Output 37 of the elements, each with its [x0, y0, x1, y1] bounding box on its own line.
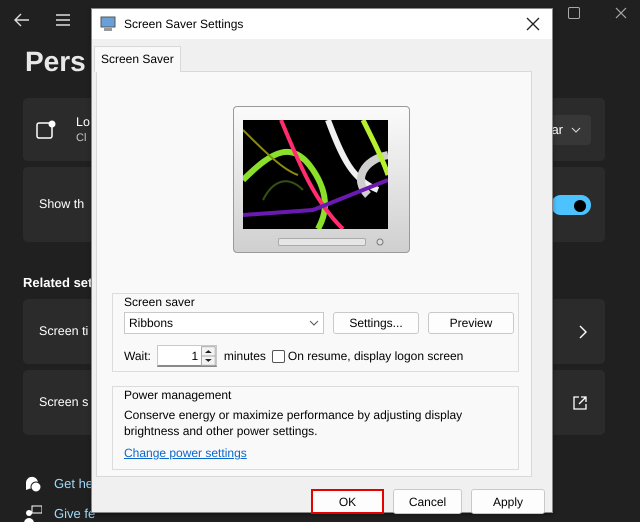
page-title: Pers — [25, 45, 86, 79]
dialog-button[interactable]: OK — [311, 489, 384, 514]
caret-icon — [309, 320, 319, 326]
unit-label: minutes — [224, 348, 266, 365]
maximize-icon[interactable] — [568, 7, 580, 19]
tab[interactable]: Screen Saver — [94, 46, 181, 72]
card-subtitle: Cl — [76, 130, 88, 146]
toggle-switch[interactable] — [551, 194, 591, 214]
description-text: Conserve energy or maximize performance by adjusting display brightness and other power settings. — [124, 407, 464, 439]
wait-spin-field[interactable]: 1 — [156, 345, 217, 367]
close-icon[interactable] — [615, 7, 627, 19]
menu-icon[interactable] — [55, 14, 71, 26]
window-title: Screen Saver Settings — [124, 16, 244, 33]
back-icon[interactable] — [14, 13, 30, 27]
card-title: Show th — [39, 196, 84, 213]
external-link-icon — [573, 396, 587, 410]
logon-checkbox[interactable] — [272, 350, 285, 362]
dialog-button[interactable]: Apply — [471, 489, 545, 514]
dialog-button[interactable]: Preview — [428, 312, 514, 334]
dialog-button[interactable]: Cancel — [393, 489, 462, 514]
dialog-button[interactable]: Settings... — [333, 312, 419, 334]
chevron-right-icon — [579, 324, 587, 338]
spin-arrows-icon[interactable] — [201, 346, 216, 366]
card-title: Screen s — [39, 394, 88, 411]
caret-icon — [571, 126, 581, 132]
power-settings-link[interactable]: Change power settings — [124, 444, 247, 462]
power-button-icon — [376, 238, 384, 246]
monitor-icon — [100, 16, 116, 32]
card-title: Screen ti — [39, 323, 88, 340]
lock-screen-icon — [36, 120, 56, 140]
checkbox-label: On resume, display logon screen — [288, 348, 464, 365]
help-icon — [24, 475, 42, 493]
section-heading: Related set — [23, 274, 94, 291]
card-title: Lo — [76, 114, 90, 130]
field-label: Wait: — [124, 348, 151, 365]
feedback-icon — [24, 505, 42, 522]
screen-saver-dropdown[interactable]: Ribbons — [124, 312, 324, 334]
